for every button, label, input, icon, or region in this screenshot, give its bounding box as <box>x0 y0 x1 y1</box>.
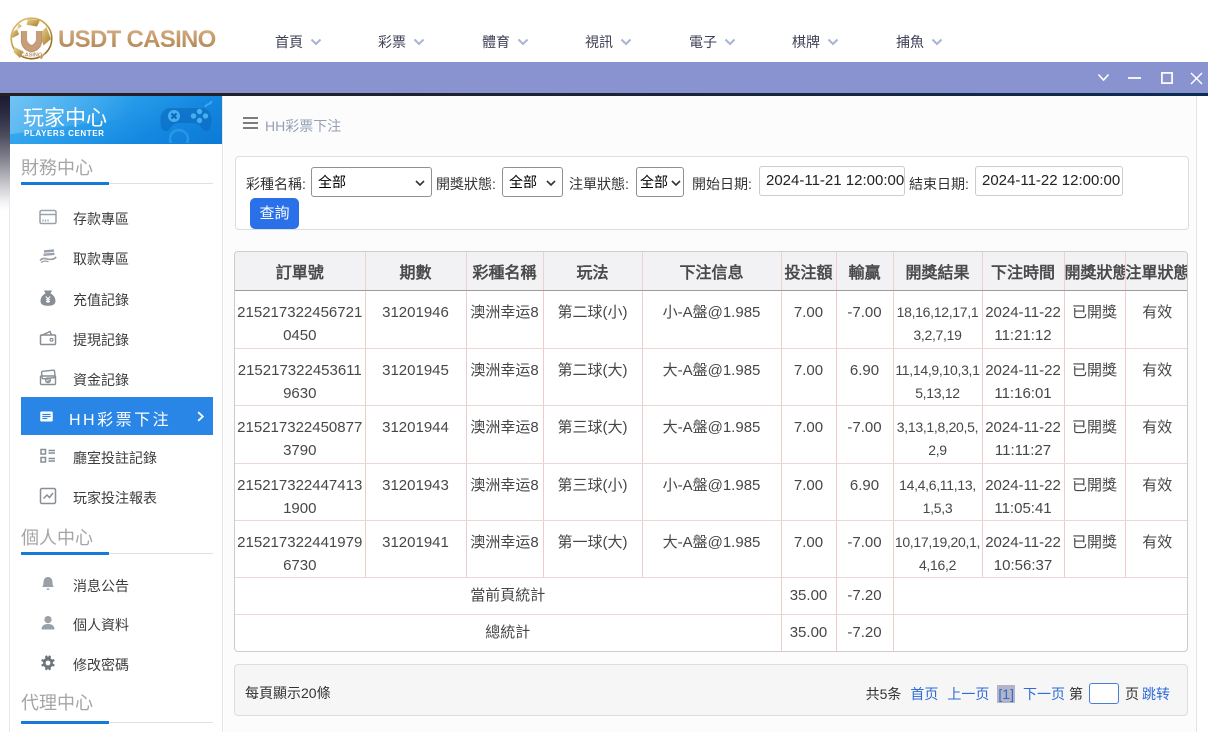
svg-text:$: $ <box>46 378 49 384</box>
svg-text:CASINO: CASINO <box>21 53 43 59</box>
